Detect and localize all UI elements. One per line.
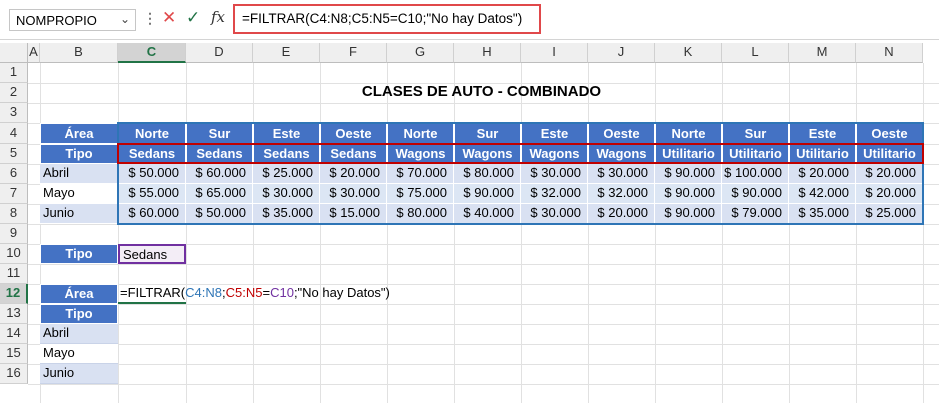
column-header-j[interactable]: J <box>588 43 655 63</box>
column-header-g[interactable]: G <box>387 43 454 63</box>
gridline <box>28 384 939 385</box>
row-header-12[interactable]: 12 <box>0 284 28 304</box>
gridline <box>923 63 924 403</box>
gridline <box>856 63 857 403</box>
name-box-value: NOMPROPIO <box>16 13 97 28</box>
gridline <box>789 63 790 403</box>
row-header-13[interactable]: 13 <box>0 304 28 324</box>
row-header-2[interactable]: 2 <box>0 83 28 103</box>
result-area-label: Área <box>40 284 118 304</box>
column-header-a[interactable]: A <box>28 43 40 63</box>
gridline <box>588 63 589 403</box>
row-header-16[interactable]: 16 <box>0 364 28 384</box>
column-header-f[interactable]: F <box>320 43 387 63</box>
result-month-label: Abril <box>40 324 118 344</box>
gridline <box>320 63 321 403</box>
formula-token: =FILTRAR( <box>120 285 186 300</box>
row-header-3[interactable]: 3 <box>0 103 28 123</box>
tipo-label: Tipo <box>40 144 118 164</box>
name-box[interactable]: NOMPROPIO ⌄ <box>9 9 136 31</box>
chevron-down-icon[interactable]: ⌄ <box>120 12 130 26</box>
insert-function-icon[interactable]: fx <box>211 8 225 26</box>
column-header-l[interactable]: L <box>722 43 789 63</box>
column-header-b[interactable]: B <box>40 43 118 63</box>
row-header-8[interactable]: 8 <box>0 204 28 224</box>
gridline <box>28 103 939 104</box>
active-cell-formula[interactable]: =FILTRAR(C4:N8;C5:N5=C10;"No hay Datos") <box>118 284 518 304</box>
more-options-icon[interactable]: ⋮ <box>143 10 157 27</box>
column-header-i[interactable]: I <box>521 43 588 63</box>
row-header-14[interactable]: 14 <box>0 324 28 344</box>
range-c5-n5-highlight <box>117 143 924 164</box>
gridline <box>186 63 187 403</box>
gridline <box>118 63 119 403</box>
criteria-value[interactable]: Sedans <box>118 244 186 264</box>
month-label: Junio <box>40 204 118 224</box>
formula-token: C5:N5 <box>225 285 263 300</box>
gridline <box>28 264 939 265</box>
gridline <box>253 63 254 403</box>
sheet-title: CLASES DE AUTO - COMBINADO <box>361 83 602 100</box>
row-header-6[interactable]: 6 <box>0 164 28 184</box>
result-month-label: Mayo <box>40 344 118 364</box>
row-header-4[interactable]: 4 <box>0 123 28 144</box>
gridline <box>28 344 939 345</box>
row-header-11[interactable]: 11 <box>0 264 28 284</box>
active-cell-border <box>118 302 186 304</box>
column-header-e[interactable]: E <box>253 43 320 63</box>
column-header-d[interactable]: D <box>186 43 253 63</box>
gridline <box>28 364 939 365</box>
formula-token: C10 <box>270 285 294 300</box>
result-tipo-label: Tipo <box>40 304 118 324</box>
gridline <box>28 324 939 325</box>
gridline <box>521 63 522 403</box>
result-month-label: Junio <box>40 364 118 384</box>
range-c4-n8-highlight <box>117 122 924 225</box>
gridline <box>28 304 939 305</box>
row-header-5[interactable]: 5 <box>0 144 28 164</box>
column-header-n[interactable]: N <box>856 43 923 63</box>
row-header-15[interactable]: 15 <box>0 344 28 364</box>
row-header-1[interactable]: 1 <box>0 63 28 83</box>
formula-token: C4:N8 <box>185 285 222 300</box>
formula-bar: NOMPROPIO ⌄ ⋮ ✕ ✓ fx =FILTRAR(C4:N8;C5:N… <box>0 0 939 40</box>
row-header-9[interactable]: 9 <box>0 224 28 244</box>
column-header-c[interactable]: C <box>118 43 186 63</box>
gridline <box>387 63 388 403</box>
enter-icon[interactable]: ✓ <box>186 8 200 28</box>
column-header-m[interactable]: M <box>789 43 856 63</box>
select-all-corner[interactable] <box>0 43 28 63</box>
row-header-10[interactable]: 10 <box>0 244 28 264</box>
gridline <box>655 63 656 403</box>
area-label: Área <box>40 123 118 144</box>
gridline <box>454 63 455 403</box>
criteria-label: Tipo <box>40 244 118 264</box>
month-label: Abril <box>40 164 118 184</box>
row-header-7[interactable]: 7 <box>0 184 28 204</box>
column-header-k[interactable]: K <box>655 43 722 63</box>
cancel-icon[interactable]: ✕ <box>162 8 176 28</box>
formula-token: = <box>262 285 271 300</box>
column-header-h[interactable]: H <box>454 43 521 63</box>
formula-input[interactable]: =FILTRAR(C4:N8;C5:N5=C10;"No hay Datos") <box>233 4 541 34</box>
month-label: Mayo <box>40 184 118 204</box>
gridline <box>722 63 723 403</box>
formula-token: ;"No hay Datos") <box>293 285 390 300</box>
